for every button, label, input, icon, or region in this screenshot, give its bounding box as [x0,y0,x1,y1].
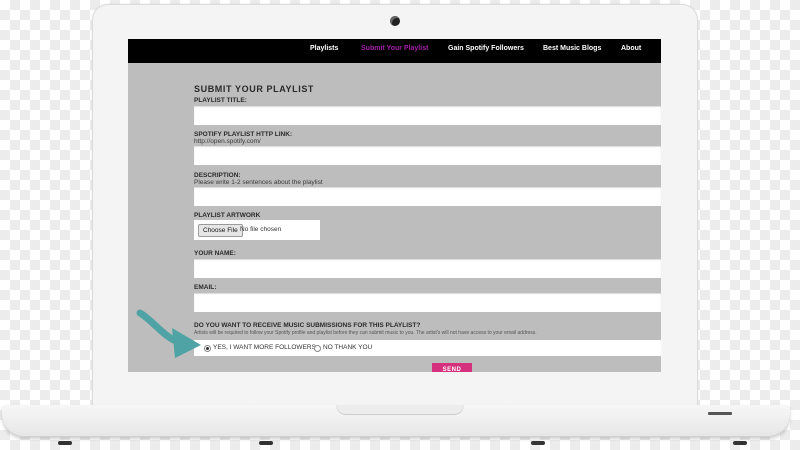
spotify-link-label: SPOTIFY PLAYLIST HTTP LINK: [194,131,293,138]
email-input[interactable] [194,293,661,312]
laptop-foot [733,441,747,445]
form-title: SUBMIT YOUR PLAYLIST [194,84,315,94]
radio-yes-label[interactable]: YES, I WANT MORE FOLLOWERS [213,344,316,351]
playlist-title-label: PLAYLIST TITLE: [194,97,247,104]
laptop-foot [58,441,72,445]
choose-file-button[interactable]: Choose File [198,224,243,237]
description-input[interactable] [194,187,661,206]
playlist-title-input[interactable] [194,106,661,125]
radio-yes-more-followers[interactable] [204,345,211,352]
send-button[interactable]: SEND [432,363,472,372]
no-file-chosen-text: No file chosen [240,226,282,233]
laptop-foot [259,441,273,445]
top-navbar: Playlists Submit Your Playlist Gain Spot… [128,39,661,63]
artwork-file-input: Choose File No file chosen [194,220,320,240]
webcam-icon [390,16,400,26]
radio-no-thank-you[interactable] [314,345,321,352]
description-label: DESCRIPTION: [194,172,241,179]
submissions-note: Artists will be required to follow your … [194,330,537,336]
nav-link-submit-playlist[interactable]: Submit Your Playlist [361,45,428,52]
spotify-link-input[interactable] [194,146,661,165]
laptop-screen: Playlists Submit Your Playlist Gain Spot… [128,39,661,372]
submissions-question: DO YOU WANT TO RECEIVE MUSIC SUBMISSIONS… [194,322,421,329]
laptop-notch [336,405,464,415]
spotify-link-hint: http://open.spotify.com/ [194,138,261,145]
your-name-label: YOUR NAME: [194,250,236,257]
artwork-label: PLAYLIST ARTWORK [194,212,261,219]
nav-link-best-music-blogs[interactable]: Best Music Blogs [543,45,601,52]
description-hint: Please write 1-2 sentences about the pla… [194,179,323,186]
your-name-input[interactable] [194,259,661,278]
nav-link-gain-followers[interactable]: Gain Spotify Followers [448,45,524,52]
radio-no-label[interactable]: NO THANK YOU [323,344,372,351]
nav-link-about[interactable]: About [621,45,641,52]
laptop-indicator-light [708,412,732,415]
laptop-foot [531,441,545,445]
nav-link-playlists[interactable]: Playlists [310,45,338,52]
email-label: EMAIL: [194,284,217,291]
submissions-options: YES, I WANT MORE FOLLOWERS NO THANK YOU [194,340,661,356]
